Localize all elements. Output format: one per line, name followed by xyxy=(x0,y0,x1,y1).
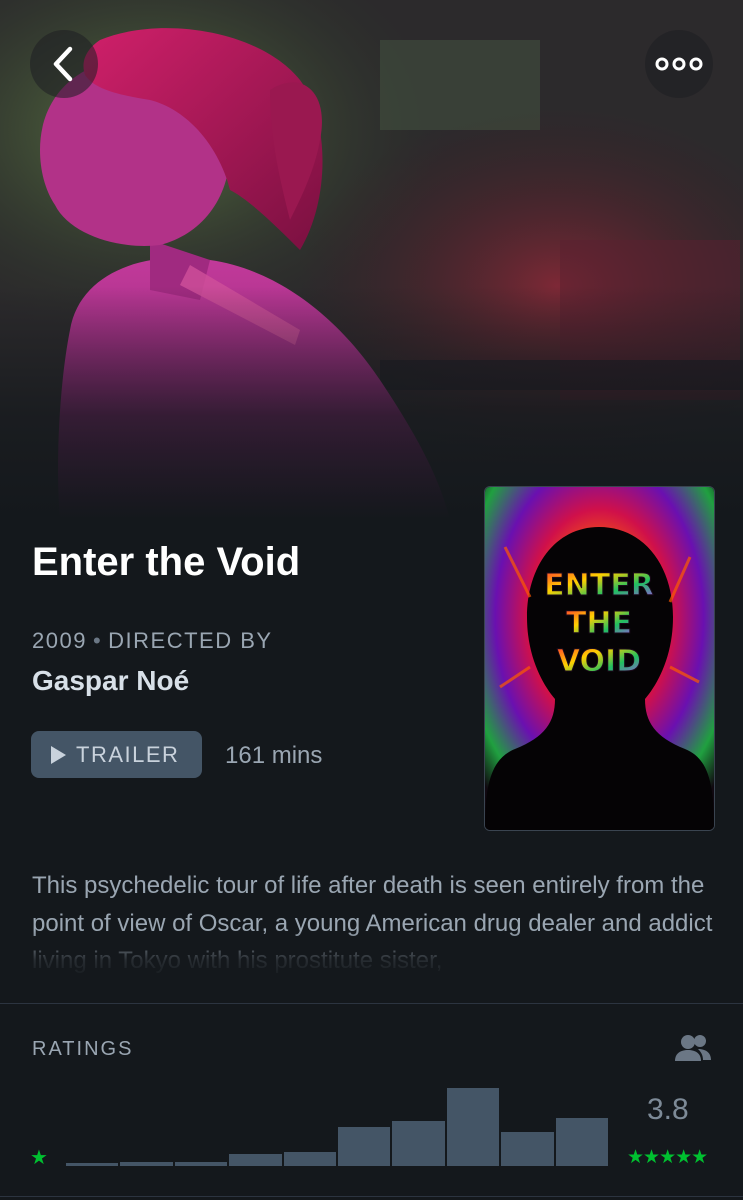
average-rating[interactable]: 3.8 xyxy=(647,1093,689,1127)
histogram-bar[interactable] xyxy=(392,1120,445,1166)
histogram-bar[interactable] xyxy=(66,1162,119,1166)
runtime: 161 mins xyxy=(225,742,323,769)
fans-icon[interactable] xyxy=(674,1033,712,1063)
film-poster[interactable]: ENTER THE VOID xyxy=(484,486,715,831)
back-button[interactable] xyxy=(30,30,98,98)
divider xyxy=(0,1003,743,1004)
play-icon xyxy=(51,745,66,764)
release-year[interactable]: 2009 xyxy=(32,628,87,653)
poster-title-line-3: VOID xyxy=(557,644,641,679)
histogram-bar[interactable] xyxy=(501,1131,554,1166)
histogram-bar[interactable] xyxy=(229,1154,282,1166)
bottom-divider xyxy=(0,1196,743,1197)
histogram-bar[interactable] xyxy=(174,1162,228,1166)
directed-by-label: DIRECTED BY xyxy=(108,628,273,653)
more-options-button[interactable] xyxy=(645,30,713,98)
separator-dot: • xyxy=(92,628,103,653)
histogram-bar[interactable] xyxy=(446,1088,500,1166)
max-rating-stars: ★★★★★ xyxy=(627,1147,708,1168)
trailer-button[interactable]: TRAILER xyxy=(31,731,202,778)
backdrop-fade xyxy=(0,0,743,520)
more-options-icon xyxy=(655,57,703,71)
ratings-histogram[interactable] xyxy=(66,1088,608,1166)
film-title: Enter the Void xyxy=(32,540,301,584)
histogram-bar[interactable] xyxy=(283,1151,336,1166)
histogram-bar[interactable] xyxy=(555,1117,608,1166)
poster-title-line-1: ENTER xyxy=(544,568,654,603)
director-link[interactable]: Gaspar Noé xyxy=(32,665,189,697)
chevron-left-icon xyxy=(53,46,73,82)
min-rating-star: ★ xyxy=(30,1147,48,1169)
histogram-bar[interactable] xyxy=(120,1162,173,1166)
trailer-label: TRAILER xyxy=(76,741,180,767)
film-meta: 2009 • DIRECTED BY xyxy=(32,628,273,654)
histogram-bar[interactable] xyxy=(338,1127,391,1166)
poster-title-line-2: THE xyxy=(566,606,632,641)
synopsis-fade xyxy=(0,930,743,980)
ratings-heading: RATINGS xyxy=(32,1038,134,1060)
